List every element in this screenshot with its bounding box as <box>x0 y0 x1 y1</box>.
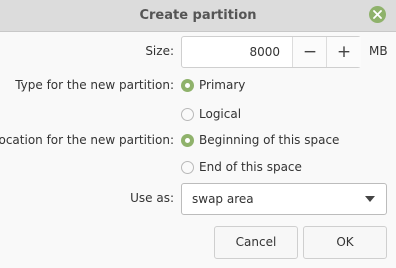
create-partition-dialog: Create partition Size: 8000 − + MB Type … <box>0 0 396 268</box>
size-label: Size: <box>145 44 174 58</box>
title-bar: Create partition <box>0 0 396 32</box>
close-icon <box>373 10 382 19</box>
use-as-value: swap area <box>192 192 254 206</box>
radio-end-label: End of this space <box>199 160 302 174</box>
radio-beginning-indicator[interactable] <box>181 134 194 147</box>
size-decrement-button[interactable]: − <box>292 37 327 67</box>
use-as-label: Use as: <box>130 191 174 205</box>
radio-beginning-label: Beginning of this space <box>199 133 340 147</box>
partition-location-label: Location for the new partition: <box>0 133 174 147</box>
window-title: Create partition <box>139 8 257 23</box>
cancel-button[interactable]: Cancel <box>214 226 298 259</box>
radio-primary-label: Primary <box>199 78 246 92</box>
size-increment-button[interactable]: + <box>326 37 361 67</box>
radio-logical-label: Logical <box>199 107 242 121</box>
size-spinbutton: 8000 − + <box>181 36 361 68</box>
size-unit: MB <box>369 44 388 58</box>
radio-primary-indicator[interactable] <box>181 79 194 92</box>
ok-button[interactable]: OK <box>303 226 387 259</box>
radio-end-indicator[interactable] <box>181 161 194 174</box>
size-input[interactable]: 8000 <box>182 37 280 67</box>
chevron-down-icon <box>365 196 375 202</box>
close-button[interactable] <box>369 6 386 23</box>
partition-type-label: Type for the new partition: <box>15 78 174 92</box>
radio-logical-indicator[interactable] <box>181 108 194 121</box>
use-as-dropdown[interactable]: swap area <box>181 183 387 215</box>
